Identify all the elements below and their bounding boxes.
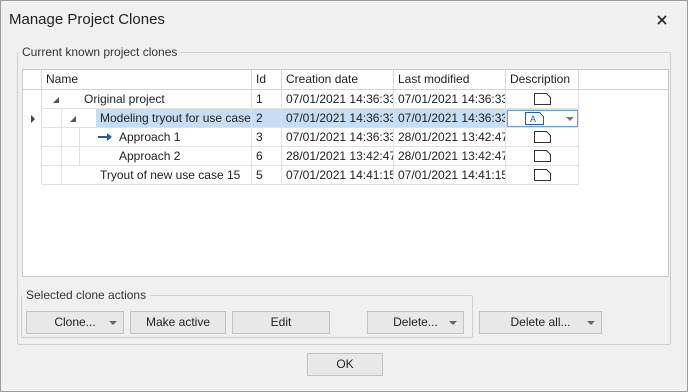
clones-grid[interactable]: Name Id Creation date Last modified Desc… [22, 69, 669, 277]
row-indicator [23, 166, 42, 185]
make-active-button-label: Make active [145, 315, 211, 329]
delete-button-label: Delete... [393, 315, 438, 329]
cell-name: Modeling tryout for use case 3 [96, 109, 252, 128]
edit-button-label: Edit [270, 315, 292, 329]
clone-button[interactable]: Clone... [26, 311, 124, 334]
cell-id: 5 [252, 166, 282, 185]
delete-all-button-label: Delete all... [510, 315, 571, 329]
cell-id: 3 [252, 128, 282, 147]
memo-icon [534, 169, 551, 181]
cell-creation-date: 07/01/2021 14:36:33 [282, 90, 394, 109]
cell-id: 2 [252, 109, 282, 128]
close-button[interactable] [645, 5, 679, 35]
cell-description[interactable] [506, 128, 579, 147]
dialog-title: Manage Project Clones [9, 11, 165, 28]
cell-creation-date: 07/01/2021 14:41:15 [282, 166, 394, 185]
memo-icon [534, 131, 551, 143]
cell-name: Approach 2 [115, 147, 252, 166]
cell-description[interactable] [506, 147, 579, 166]
column-header-name[interactable]: Name [42, 70, 252, 89]
table-row[interactable]: Tryout of new use case 15 5 07/01/2021 1… [23, 166, 601, 185]
table-row[interactable]: Approach 1 3 07/01/2021 14:36:33 28/01/2… [23, 128, 601, 147]
column-header-last-modified[interactable]: Last modified [394, 70, 506, 89]
clones-group-legend: Current known project clones [22, 45, 178, 59]
row-indicator [23, 128, 42, 147]
column-header-id[interactable]: Id [252, 70, 282, 89]
cell-id: 1 [252, 90, 282, 109]
delete-button[interactable]: Delete... [367, 311, 464, 334]
grid-header: Name Id Creation date Last modified Desc… [23, 70, 668, 90]
cell-id: 6 [252, 147, 282, 166]
tree-indent [42, 166, 96, 185]
cell-last-modified: 07/01/2021 14:36:33 [394, 109, 506, 128]
cell-description-editor[interactable]: A [506, 109, 579, 128]
row-indicator [23, 147, 42, 166]
tree-indent [42, 128, 115, 147]
current-clone-arrow-icon [98, 133, 112, 141]
cell-last-modified: 28/01/2021 13:42:47 [394, 128, 506, 147]
close-icon [657, 15, 667, 25]
column-header-creation-date[interactable]: Creation date [282, 70, 394, 89]
cell-last-modified: 28/01/2021 13:42:47 [394, 147, 506, 166]
actions-group-legend: Selected clone actions [26, 288, 147, 302]
header-indicator-cell [23, 70, 42, 89]
dialog-window: Manage Project Clones Current known proj… [0, 0, 688, 392]
cell-name: Tryout of new use case 15 [96, 166, 252, 185]
description-editor[interactable]: A [507, 110, 578, 127]
ok-button[interactable]: OK [307, 353, 383, 376]
svg-text:A: A [530, 114, 536, 124]
cell-name: Original project [80, 90, 252, 109]
table-row[interactable]: Original project 1 07/01/2021 14:36:33 0… [23, 90, 601, 109]
column-header-description[interactable]: Description [506, 70, 579, 89]
table-row[interactable]: Approach 2 6 28/01/2021 13:42:47 28/01/2… [23, 147, 601, 166]
dropdown-arrow-icon [449, 321, 457, 325]
cell-name: Approach 1 [115, 128, 252, 147]
memo-edit-icon[interactable]: A [525, 112, 544, 125]
memo-icon [534, 150, 551, 162]
delete-all-button[interactable]: Delete all... [479, 311, 602, 334]
cell-description[interactable] [506, 90, 579, 109]
table-row[interactable]: Modeling tryout for use case 3 2 07/01/2… [23, 109, 601, 128]
edit-button[interactable]: Edit [232, 311, 330, 334]
clone-button-label: Clone... [54, 315, 96, 329]
tree-indent [42, 90, 80, 109]
row-indicator [23, 109, 42, 128]
dropdown-arrow-icon[interactable] [566, 117, 574, 122]
cell-creation-date: 07/01/2021 14:36:33 [282, 109, 394, 128]
expanded-chevron-icon[interactable] [52, 96, 60, 104]
cell-last-modified: 07/01/2021 14:36:33 [394, 90, 506, 109]
tree-indent [42, 147, 115, 166]
cell-creation-date: 28/01/2021 13:42:47 [282, 147, 394, 166]
memo-icon [534, 93, 551, 105]
dropdown-arrow-icon [109, 321, 117, 325]
cell-description[interactable] [506, 166, 579, 185]
cell-creation-date: 07/01/2021 14:36:33 [282, 128, 394, 147]
dropdown-arrow-icon [587, 321, 595, 325]
row-indicator [23, 90, 42, 109]
focused-row-indicator-icon [31, 115, 35, 123]
title-bar: Manage Project Clones [1, 1, 687, 39]
make-active-button[interactable]: Make active [130, 311, 226, 334]
tree-indent [42, 109, 96, 128]
cell-last-modified: 07/01/2021 14:41:15 [394, 166, 506, 185]
expanded-chevron-icon[interactable] [69, 115, 77, 123]
